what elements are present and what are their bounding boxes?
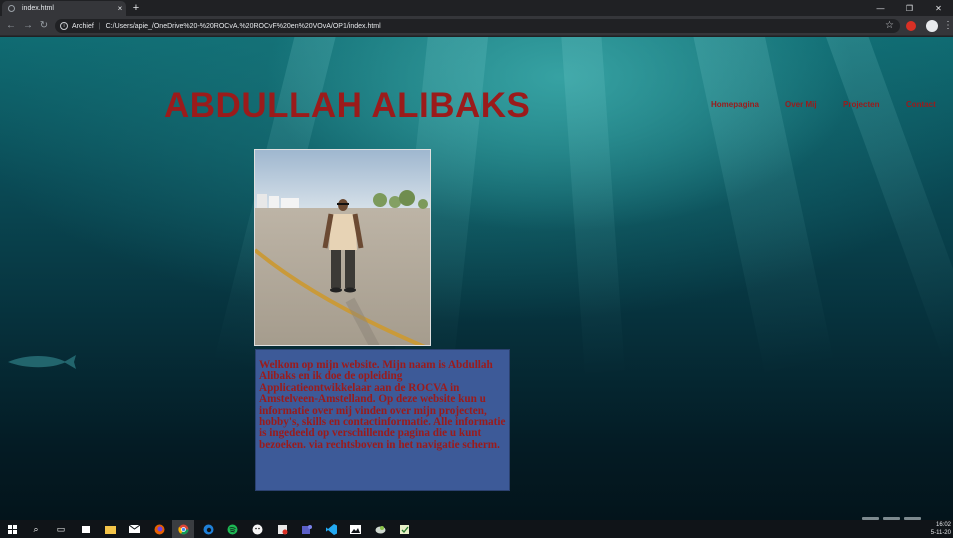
profile-photo-image <box>255 150 430 345</box>
light-ray <box>560 37 626 378</box>
edge-icon[interactable] <box>202 523 214 535</box>
new-tab-button[interactable]: + <box>130 2 142 14</box>
task-view-icon[interactable]: ▭ <box>55 523 67 535</box>
browser-menu-icon[interactable]: ⋮ <box>943 20 953 32</box>
nav-link-homepagina[interactable]: Homepagina <box>711 100 759 109</box>
app-icon-3[interactable] <box>374 523 386 535</box>
app-icon[interactable] <box>251 523 263 535</box>
close-tab-icon[interactable]: × <box>114 4 126 13</box>
profile-photo <box>254 149 431 346</box>
light-ray <box>690 37 835 377</box>
bookmark-star-icon[interactable]: ☆ <box>885 20 894 32</box>
clock-date: 5-11-20 <box>930 530 951 536</box>
address-url[interactable]: C:/Users/apie_/OneDrive%20-%20ROCvA.%20R… <box>106 23 381 30</box>
system-clock[interactable]: 16:02 5-11-20 <box>931 521 951 537</box>
mail-icon[interactable] <box>128 523 140 535</box>
close-window-button[interactable]: ✕ <box>924 0 953 16</box>
tab-strip: index.html × + — ❐ ✕ <box>0 0 953 16</box>
nav-link-over-mij[interactable]: Over Mij <box>785 100 817 109</box>
window-controls: — ❐ ✕ <box>866 0 953 16</box>
windows-start-icon[interactable] <box>6 523 18 535</box>
info-icon[interactable]: i <box>60 22 68 30</box>
file-explorer-icon[interactable] <box>104 523 116 535</box>
browser-toolbar: ← → ↻ i Archief | C:/Users/apie_/OneDriv… <box>0 16 953 36</box>
page-viewport: ABDULLAH ALIBAKS Homepagina Over Mij Pro… <box>0 37 953 520</box>
fish-silhouette <box>8 355 76 369</box>
forward-button[interactable]: → <box>22 20 34 32</box>
chrome-icon[interactable] <box>177 523 189 535</box>
globe-icon <box>8 5 15 12</box>
store-icon[interactable] <box>80 523 92 535</box>
photos-icon[interactable] <box>349 523 361 535</box>
nav-link-contact[interactable]: Contact <box>906 100 936 109</box>
app-icon-4[interactable] <box>398 523 410 535</box>
extension-icon[interactable] <box>906 21 916 31</box>
spotify-icon[interactable] <box>226 523 238 535</box>
nav-link-projecten[interactable]: Projecten <box>843 100 879 109</box>
address-separator: | <box>98 22 101 30</box>
site-title: ABDULLAH ALIBAKS <box>164 86 531 125</box>
browser-tab[interactable]: index.html × <box>2 1 126 16</box>
light-ray <box>821 37 953 363</box>
address-chip: Archief <box>72 22 94 30</box>
restore-button[interactable]: ❐ <box>895 0 924 16</box>
app-icon-2[interactable] <box>276 523 288 535</box>
vscode-icon[interactable] <box>325 523 337 535</box>
address-bar[interactable]: i Archief | C:/Users/apie_/OneDrive%20-%… <box>55 19 900 33</box>
intro-paragraph: Welkom op mijn website. Mijn naam is Abd… <box>259 359 506 451</box>
clock-time: 16:02 <box>935 522 951 528</box>
search-icon[interactable]: ⌕ <box>30 523 42 535</box>
profile-avatar[interactable] <box>926 20 938 32</box>
minimize-button[interactable]: — <box>866 0 895 16</box>
teams-icon[interactable] <box>300 523 312 535</box>
firefox-icon[interactable] <box>153 523 165 535</box>
tab-title: index.html <box>22 5 54 12</box>
intro-text-box: Welkom op mijn website. Mijn naam is Abd… <box>255 349 510 491</box>
windows-taskbar: ⌕ ▭ 16:02 5-11-20 <box>0 520 953 538</box>
back-button[interactable]: ← <box>5 20 17 32</box>
reload-button[interactable]: ↻ <box>38 20 50 32</box>
